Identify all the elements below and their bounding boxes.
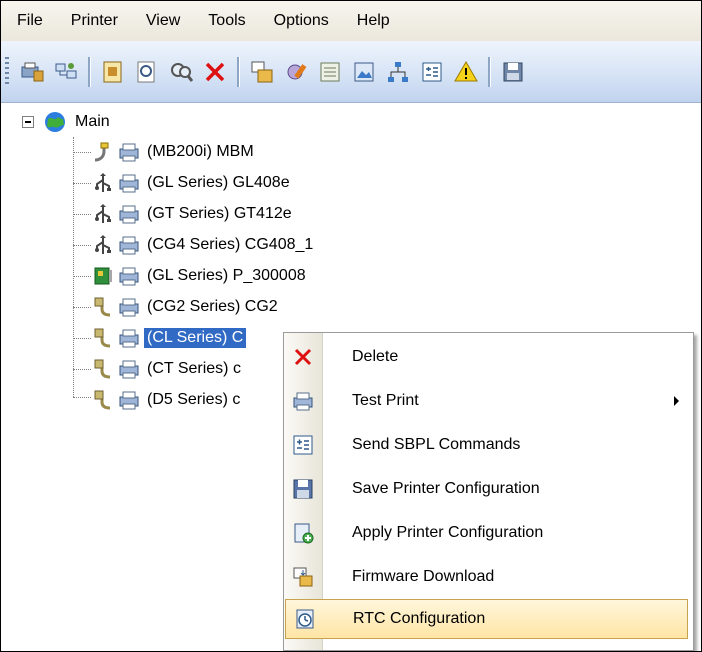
tree-connector [73, 183, 91, 184]
submenu-arrow-icon [674, 396, 679, 406]
tree-node[interactable]: (CG2 Series) CG2 [92, 292, 281, 322]
tree-root-label: Main [75, 113, 110, 130]
menu-bar: File Printer View Tools Options Help [1, 1, 701, 41]
toolbar [1, 41, 701, 103]
tree-node[interactable]: (GT Series) GT412e [92, 199, 295, 229]
apply-config-icon [294, 523, 314, 544]
menu-item-firmware-download[interactable]: Firmware Download [284, 555, 693, 599]
tree-connector [73, 338, 91, 339]
search-icon[interactable] [130, 55, 164, 89]
tree-connector [73, 369, 91, 370]
menu-item-label: Send SBPL Commands [352, 436, 521, 453]
tree-node-selected[interactable]: (CL Series) C [92, 323, 247, 353]
menu-item-save-config[interactable]: Save Printer Configuration [284, 467, 693, 511]
printer-icon [119, 360, 139, 379]
picture-icon[interactable] [347, 55, 381, 89]
printer-icon [119, 391, 139, 410]
printer-icon [119, 298, 139, 317]
tree-connector [73, 276, 91, 277]
tree-connector [73, 307, 91, 308]
tree-connector [73, 397, 91, 398]
menu-item-rtc-config[interactable]: RTC Configuration [285, 599, 688, 639]
tools-icon[interactable] [279, 55, 313, 89]
printer-icon [119, 174, 139, 193]
printer-icon [119, 329, 139, 348]
save-icon[interactable] [496, 55, 530, 89]
menu-help[interactable]: Help [343, 1, 404, 41]
printer-icon [119, 236, 139, 255]
find-icon[interactable] [164, 55, 198, 89]
tree-node-label: (CG4 Series) CG408_1 [147, 236, 314, 253]
menu-item-delete[interactable]: Delete [284, 335, 693, 379]
usb-icon [95, 235, 111, 254]
network-icon[interactable] [49, 55, 83, 89]
tree-node[interactable]: (GL Series) P_300008 [92, 261, 309, 291]
printer-icon [293, 392, 313, 411]
tree-node-label: (GL Series) GL408e [147, 174, 290, 191]
toolbar-grip[interactable] [5, 56, 9, 87]
firmware-icon [293, 567, 313, 587]
menu-item-test-print[interactable]: Test Print [284, 379, 693, 423]
tree-node[interactable]: (CG4 Series) CG408_1 [92, 230, 316, 260]
menu-options[interactable]: Options [260, 1, 343, 41]
tree-node-label: (CT Series) c [147, 360, 241, 377]
tree-root[interactable]: Main [44, 107, 113, 137]
tree-node-label: (D5 Series) c [147, 391, 241, 408]
tree-node[interactable]: (D5 Series) c [92, 385, 243, 415]
toolbar-separator [88, 56, 91, 87]
tree-node-label: (CL Series) C [144, 328, 247, 348]
save-icon [293, 479, 313, 499]
tree-node-label: (CG2 Series) CG2 [147, 298, 278, 315]
globe-icon [45, 112, 65, 132]
tree-connector [73, 245, 91, 246]
clock-icon [296, 609, 314, 629]
menu-item-label: RTC Configuration [353, 610, 486, 627]
network-card-icon [94, 267, 112, 285]
printer-icon [119, 267, 139, 286]
parallel-port-icon [94, 297, 111, 317]
list-icon[interactable] [313, 55, 347, 89]
menu-item-send-sbpl[interactable]: Send SBPL Commands [284, 423, 693, 467]
serial-cable-icon [94, 142, 109, 162]
parallel-port-icon [94, 359, 111, 379]
command-icon[interactable] [415, 55, 449, 89]
tree-connector [73, 152, 91, 153]
collapse-toggle[interactable] [22, 116, 34, 128]
tree-node-label: (MB200i) MBM [147, 143, 254, 160]
hierarchy-icon[interactable] [381, 55, 415, 89]
usb-icon [95, 173, 111, 192]
config-icon[interactable] [96, 55, 130, 89]
tree-node[interactable]: (MB200i) MBM [92, 137, 257, 167]
parallel-port-icon [94, 328, 111, 348]
command-icon [293, 435, 313, 455]
menu-tools[interactable]: Tools [194, 1, 259, 41]
usb-icon [95, 204, 111, 223]
printer-settings-icon[interactable] [15, 55, 49, 89]
menu-item-apply-config[interactable]: Apply Printer Configuration [284, 511, 693, 555]
delete-icon[interactable] [198, 55, 232, 89]
menu-item-label: Delete [352, 348, 399, 365]
tree-connector [73, 214, 91, 215]
warning-icon[interactable] [449, 55, 483, 89]
tree-node[interactable]: (GL Series) GL408e [92, 168, 293, 198]
menu-item-label: Test Print [352, 392, 419, 409]
delete-x-icon [294, 348, 312, 366]
tree-node-label: (GL Series) P_300008 [147, 267, 306, 284]
toolbar-separator [488, 56, 491, 87]
menu-view[interactable]: View [132, 1, 194, 41]
menu-item-label: Apply Printer Configuration [352, 524, 544, 541]
printer-icon [119, 205, 139, 224]
menu-printer[interactable]: Printer [57, 1, 132, 41]
toolbar-separator [237, 56, 240, 87]
menu-item-label: Save Printer Configuration [352, 480, 540, 497]
menu-file[interactable]: File [1, 1, 57, 41]
tree-node[interactable]: (CT Series) c [92, 354, 244, 384]
parallel-port-icon [94, 390, 111, 410]
tree-connector [73, 137, 74, 397]
package-icon[interactable] [245, 55, 279, 89]
printer-icon [119, 143, 139, 162]
menu-item-label: Firmware Download [352, 568, 495, 585]
tree-node-label: (GT Series) GT412e [147, 205, 292, 222]
context-menu: Delete Test Print Send SBPL Commands Sav… [283, 332, 694, 651]
